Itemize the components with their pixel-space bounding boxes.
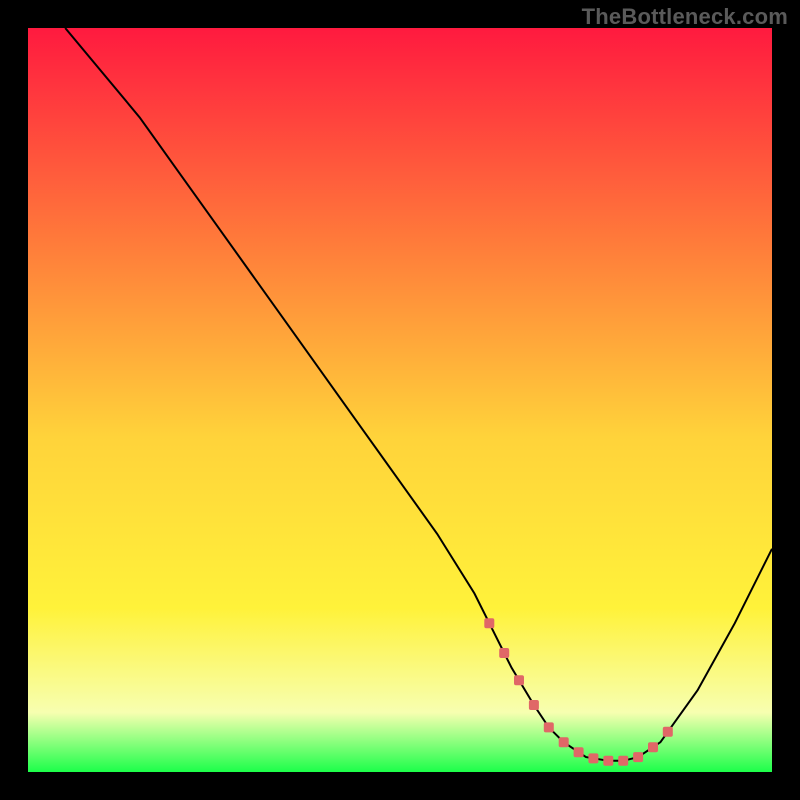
highlight-dot — [588, 753, 598, 763]
highlight-dot — [484, 618, 494, 628]
highlight-dot — [529, 700, 539, 710]
highlight-dot — [633, 752, 643, 762]
highlight-dot — [574, 747, 584, 757]
highlight-dot — [499, 648, 509, 658]
gradient-bg — [28, 28, 772, 772]
highlight-dot — [514, 675, 524, 685]
highlight-dot — [648, 742, 658, 752]
highlight-dot — [603, 756, 613, 766]
highlight-dot — [663, 727, 673, 737]
highlight-dot — [618, 756, 628, 766]
chart-svg — [28, 28, 772, 772]
plot-area — [28, 28, 772, 772]
chart-frame: TheBottleneck.com — [0, 0, 800, 800]
highlight-dot — [544, 722, 554, 732]
highlight-dot — [559, 737, 569, 747]
watermark-text: TheBottleneck.com — [582, 4, 788, 30]
